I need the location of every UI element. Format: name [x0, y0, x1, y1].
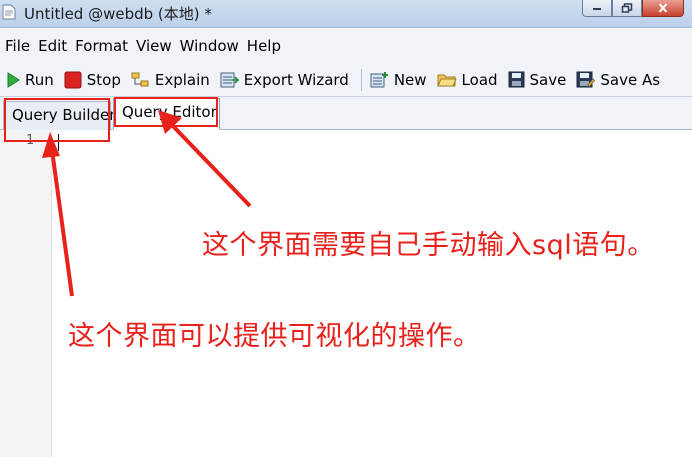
arrow-to-query-editor — [158, 110, 252, 208]
annotation-builder-note: 这个界面可以提供可视化的操作。 — [68, 321, 481, 352]
annotation-editor-note: 这个界面需要自己手动输入sql语句。 — [202, 230, 655, 261]
arrow-to-query-builder — [42, 132, 74, 297]
